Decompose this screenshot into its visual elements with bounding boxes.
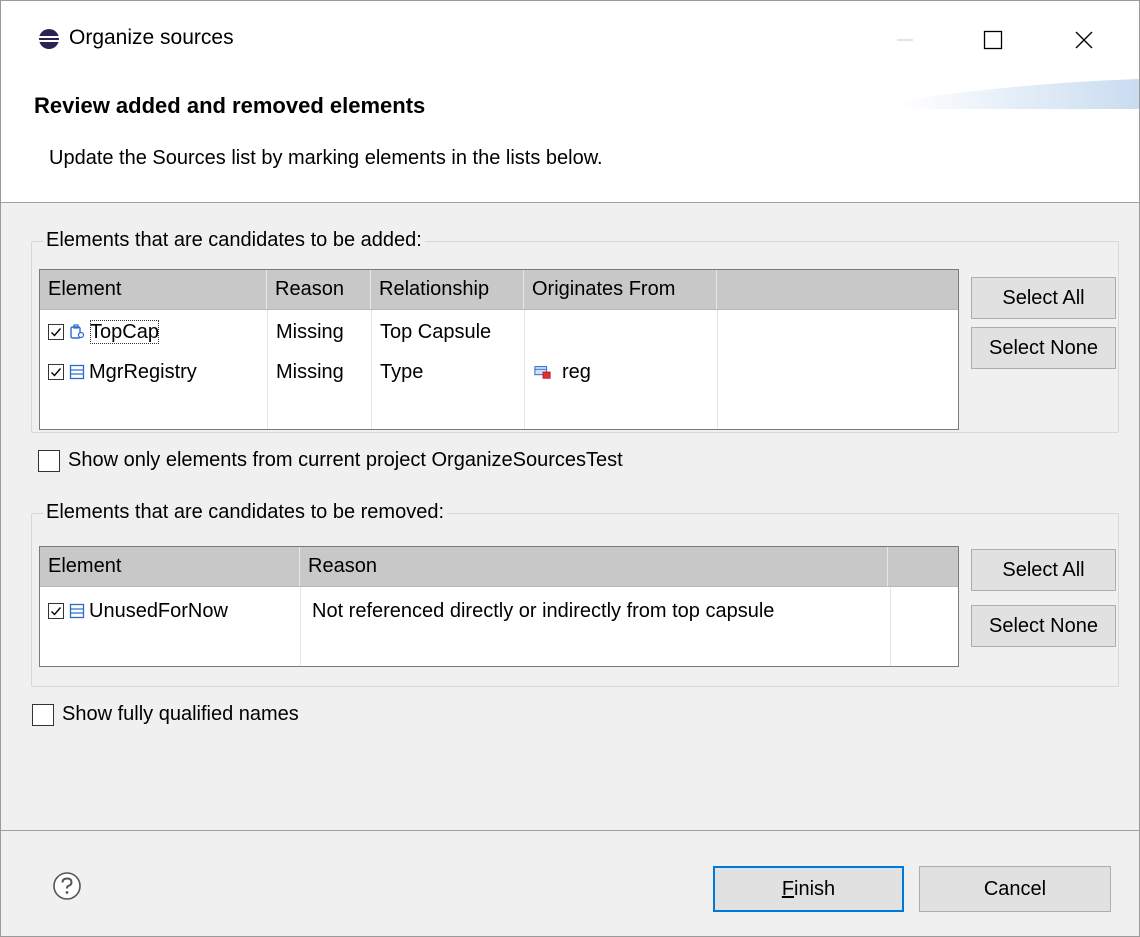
element-name: TopCap — [89, 320, 159, 344]
show-qualified-names-label: Show fully qualified names — [62, 703, 299, 725]
part-icon — [534, 363, 552, 381]
added-candidates-legend: Elements that are candidates to be added… — [43, 229, 425, 252]
page-title: Review added and removed elements — [34, 93, 426, 118]
reason-cell: Not referenced directly or indirectly fr… — [312, 600, 775, 622]
relationship-cell: Type — [380, 361, 424, 383]
removed-candidates-legend: Elements that are candidates to be remov… — [43, 501, 448, 524]
relationship-cell: Top Capsule — [380, 321, 492, 343]
checkmark-icon — [51, 607, 62, 616]
element-cell: TopCap — [48, 314, 160, 350]
show-qualified-names-checkbox[interactable] — [32, 703, 54, 726]
class-icon — [68, 602, 86, 620]
help-icon[interactable] — [52, 871, 82, 901]
organize-sources-dialog: Organize sources Review added and remove… — [0, 0, 1140, 937]
show-qualified-names-option[interactable]: Show fully qualified names — [32, 703, 299, 726]
banner-decoration — [899, 79, 1139, 109]
column-header-reason[interactable]: Reason — [300, 547, 888, 586]
added-candidates-table[interactable]: Element Reason Relationship Originates F… — [39, 269, 959, 430]
cancel-button[interactable]: Cancel — [919, 866, 1111, 912]
show-current-project-checkbox[interactable] — [38, 449, 60, 472]
show-current-project-label: Show only elements from current project … — [68, 449, 623, 471]
wizard-banner: Review added and removed elements Update… — [1, 79, 1139, 203]
row-checkbox[interactable] — [48, 324, 64, 340]
finish-label-rest: inish — [794, 877, 836, 900]
element-name: MgrRegistry — [89, 361, 197, 383]
column-header-originates-from[interactable]: Originates From — [524, 270, 717, 309]
column-header-element[interactable]: Element — [40, 547, 300, 586]
originates-from-cell: reg — [534, 354, 591, 390]
added-select-all-button[interactable]: Select All — [971, 277, 1116, 319]
minimize-button[interactable] — [875, 19, 935, 61]
table-header: Element Reason Relationship Originates F… — [40, 270, 958, 310]
page-description: Update the Sources list by marking eleme… — [49, 147, 603, 169]
reason-cell: Missing — [276, 321, 344, 343]
maximize-button[interactable] — [963, 19, 1023, 61]
element-cell: MgrRegistry — [48, 354, 197, 390]
close-icon — [1075, 31, 1093, 49]
finish-mnemonic: F — [781, 877, 795, 900]
column-header-reason[interactable]: Reason — [267, 270, 371, 309]
show-current-project-option[interactable]: Show only elements from current project … — [38, 449, 623, 472]
reason-cell: Missing — [276, 361, 344, 383]
capsule-icon — [68, 323, 86, 341]
removed-candidates-table[interactable]: Element Reason UnusedForNow Not referenc… — [39, 546, 959, 667]
minimize-icon — [897, 39, 913, 41]
removed-select-none-button[interactable]: Select None — [971, 605, 1116, 647]
finish-button[interactable]: Finish — [713, 866, 904, 912]
class-icon — [68, 363, 86, 381]
title-bar: Organize sources — [1, 1, 1139, 79]
window-title: Organize sources — [69, 26, 234, 49]
checkmark-icon — [51, 368, 62, 377]
added-select-none-button[interactable]: Select None — [971, 327, 1116, 369]
element-cell: UnusedForNow — [48, 593, 228, 629]
column-header-relationship[interactable]: Relationship — [371, 270, 524, 309]
row-checkbox[interactable] — [48, 364, 64, 380]
footer-separator — [1, 830, 1139, 831]
row-checkbox[interactable] — [48, 603, 64, 619]
close-button[interactable] — [1054, 19, 1114, 61]
table-row[interactable]: TopCap Missing Top Capsule — [40, 314, 958, 350]
originates-from-name: reg — [562, 361, 591, 383]
removed-select-all-button[interactable]: Select All — [971, 549, 1116, 591]
table-header: Element Reason — [40, 547, 958, 587]
eclipse-icon — [39, 29, 59, 49]
column-header-element[interactable]: Element — [40, 270, 267, 309]
checkmark-icon — [51, 328, 62, 337]
table-row[interactable]: MgrRegistry Missing Type reg — [40, 354, 958, 390]
table-row[interactable]: UnusedForNow Not referenced directly or … — [40, 593, 958, 629]
maximize-icon — [983, 30, 1003, 50]
element-name: UnusedForNow — [89, 600, 228, 622]
